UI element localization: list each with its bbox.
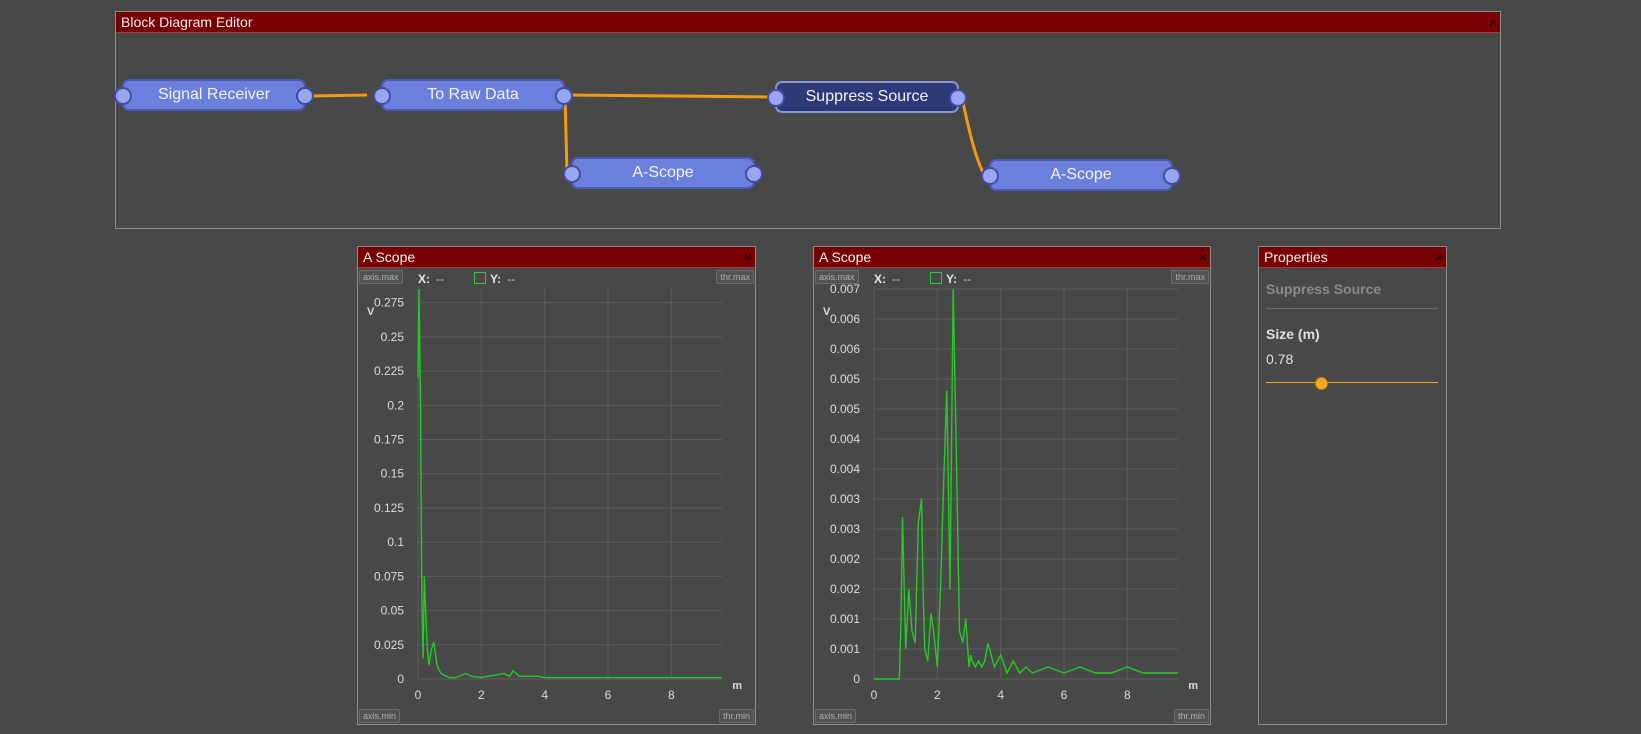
to-raw-data-output-port[interactable] — [555, 87, 573, 105]
y-tick-label: 0.15 — [381, 467, 405, 481]
y-axis-label: V — [823, 306, 831, 318]
y-tick-label: 0.2 — [387, 398, 404, 412]
node-label: A-Scope — [632, 164, 694, 181]
node-to-raw-data[interactable]: To Raw Data — [373, 79, 573, 111]
y-tick-label: 0.125 — [374, 501, 404, 515]
size-slider-thumb[interactable] — [1315, 377, 1329, 390]
scope2-close-icon[interactable]: × — [1199, 247, 1207, 268]
node-suppress-source[interactable]: Suppress Source — [767, 81, 967, 113]
y-tick-label: 0.25 — [381, 330, 405, 344]
size-field-value: 0.78 — [1266, 351, 1294, 367]
scope2-thr-min-button[interactable]: thr.min — [1173, 709, 1209, 723]
properties-title: Properties — [1264, 249, 1328, 265]
x-tick-label: 8 — [1124, 688, 1131, 702]
size-field-label: Size (m) — [1266, 326, 1320, 342]
scope2-axis-min-button[interactable]: axis.min — [815, 709, 857, 723]
node-a-scope-2[interactable]: A-Scope — [981, 159, 1181, 191]
y-tick-label: 0.175 — [374, 433, 404, 447]
y-tick-label: 0.004 — [830, 432, 860, 446]
a-scope-1-input-port[interactable] — [563, 165, 581, 183]
x-tick-label: 0 — [871, 688, 878, 702]
a-scope-panel-2: A Scope × axis.max X: -- Y: -- thr.max 0 0.… — [813, 246, 1211, 725]
signal-receiver-output-port[interactable] — [296, 87, 314, 105]
node-a-scope-1[interactable]: A-Scope — [563, 157, 763, 189]
y-tick-label: 0.004 — [830, 462, 860, 476]
scope1-axis-min-button[interactable]: axis.min — [359, 709, 401, 723]
wire-suppress-to-ascope2[interactable] — [960, 96, 986, 175]
node-label: Signal Receiver — [157, 86, 271, 103]
suppress-source-input-port[interactable] — [767, 89, 785, 107]
size-slider[interactable] — [1266, 377, 1438, 390]
y-tick-label: 0.001 — [830, 642, 860, 656]
node-label: To Raw Data — [427, 86, 519, 103]
series-line — [417, 288, 722, 679]
scope1-chart[interactable]: 0 0.025 0.05 0.075 0.1 0.125 0.15 0.175 0.2 0.225… — [358, 267, 755, 704]
editor-wires — [121, 93, 986, 175]
x-tick-label: 2 — [934, 688, 941, 702]
properties-divider — [1266, 308, 1438, 309]
y-tick-label: 0.025 — [374, 638, 404, 652]
scope1-thr-min-button[interactable]: thr.min — [718, 709, 754, 723]
wire-receiver-to-raw[interactable] — [309, 93, 368, 98]
y-tick-label: 0.007 — [830, 282, 860, 296]
signal-receiver-input-port[interactable] — [114, 87, 132, 105]
y-tick-label: 0.006 — [830, 342, 860, 356]
y-tick-label: 0.003 — [830, 522, 860, 536]
x-tick-label: 4 — [541, 688, 548, 702]
properties-titlebar[interactable]: Properties × — [1259, 247, 1446, 268]
a-scope-2-input-port[interactable] — [981, 167, 999, 185]
x-tick-label: 6 — [1061, 688, 1068, 702]
scope2-title: A Scope — [819, 249, 872, 265]
y-axis-label: V — [367, 306, 375, 318]
x-axis-label: m — [1188, 680, 1198, 692]
x-tick-label: 0 — [415, 688, 422, 702]
y-tick-label: 0.275 — [374, 296, 404, 310]
scope1-titlebar[interactable]: A Scope × — [358, 247, 755, 268]
x-tick-label: 2 — [478, 688, 485, 702]
properties-panel: Properties × Suppress Source Size (m) 0.… — [1258, 246, 1447, 725]
scope1-close-icon[interactable]: × — [744, 247, 752, 268]
x-axis-label: m — [732, 680, 742, 692]
y-tick-label: 0.003 — [830, 492, 860, 506]
x-tick-label: 8 — [668, 688, 675, 702]
y-tick-label: 0.002 — [830, 552, 860, 566]
to-raw-data-input-port[interactable] — [373, 87, 391, 105]
scope2-titlebar[interactable]: A Scope × — [814, 247, 1210, 268]
x-tick-label: 4 — [997, 688, 1004, 702]
properties-close-icon[interactable]: × — [1435, 247, 1443, 268]
wire-raw-to-ascope1[interactable] — [563, 94, 569, 174]
y-tick-label: 0.002 — [830, 582, 860, 596]
y-tick-label: 0.225 — [374, 364, 404, 378]
y-tick-label: 0.006 — [830, 312, 860, 326]
node-label: A-Scope — [1050, 166, 1112, 183]
scope1-title: A Scope — [363, 249, 416, 265]
x-tick-label: 6 — [605, 688, 612, 702]
y-tick-label: 0 — [853, 672, 860, 686]
y-tick-label: 0.001 — [830, 612, 860, 626]
y-tick-label: 0.005 — [830, 372, 860, 386]
size-slider-track[interactable] — [1266, 382, 1438, 383]
node-signal-receiver[interactable]: Signal Receiver — [114, 79, 314, 111]
scope2-chart[interactable]: 0 0.001 0.001 0.002 0.002 0.003 0.003 0.004 0.00… — [814, 267, 1210, 704]
y-tick-label: 0.005 — [830, 402, 860, 416]
y-tick-label: 0 — [397, 672, 404, 686]
a-scope-panel-1: A Scope × axis.max X: -- Y: -- thr.max 0 0.… — [357, 246, 756, 725]
node-label: Suppress Source — [805, 88, 929, 105]
block-diagram-editor-panel: Block Diagram Editor × Signal Receiver T… — [114, 11, 1501, 229]
wire-raw-to-suppress[interactable] — [564, 93, 775, 99]
suppress-source-output-port[interactable] — [949, 89, 967, 107]
series-line — [874, 288, 1178, 680]
y-tick-label: 0.1 — [387, 535, 404, 549]
a-scope-1-output-port[interactable] — [745, 165, 763, 183]
y-tick-label: 0.075 — [374, 569, 404, 583]
y-tick-label: 0.05 — [381, 604, 405, 618]
properties-block-name: Suppress Source — [1266, 281, 1382, 297]
a-scope-2-output-port[interactable] — [1163, 167, 1181, 185]
